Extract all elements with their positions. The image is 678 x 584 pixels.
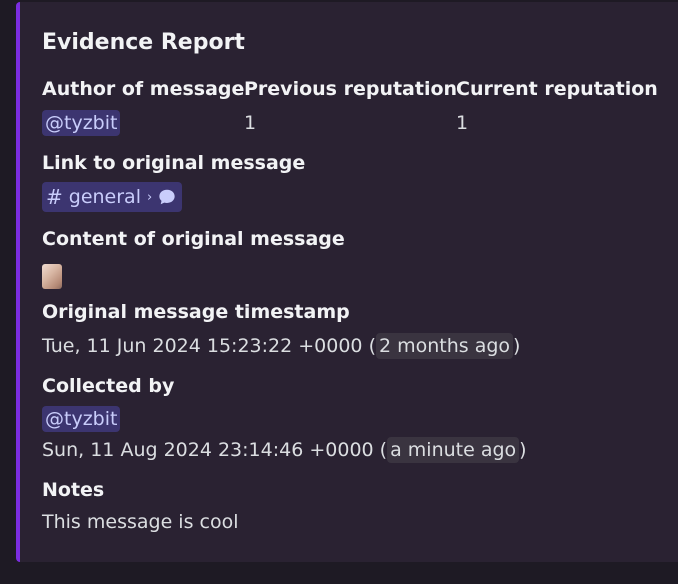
channel-name: general (68, 186, 141, 208)
image-thumbnail[interactable] (42, 264, 62, 289)
timestamp-absolute: Tue, 11 Jun 2024 15:23:22 +0000 (42, 335, 363, 357)
field-current-reputation-name: Current reputation (456, 78, 658, 100)
collector-mention[interactable]: @tyzbit (42, 406, 121, 432)
field-notes-value: This message is cool (42, 511, 239, 533)
embed-accent-bar (16, 2, 20, 562)
field-collected-by-timestamp: Sun, 11 Aug 2024 23:14:46 +0000 (a minut… (42, 437, 527, 463)
collected-timestamp-relative[interactable]: a minute ago (387, 437, 520, 463)
timestamp-close-paren: ) (513, 335, 521, 357)
timestamp-relative[interactable]: 2 months ago (375, 333, 514, 359)
evidence-embed: Evidence Report Author of message @tyzbi… (16, 2, 678, 562)
field-content-name: Content of original message (42, 228, 345, 250)
speech-bubble-icon (159, 189, 175, 205)
field-current-reputation-value: 1 (456, 112, 469, 134)
field-collected-by-name: Collected by (42, 375, 175, 397)
field-previous-reputation-name: Previous reputation (244, 78, 458, 100)
chevron-right-icon: › (146, 189, 153, 205)
collected-timestamp-absolute: Sun, 11 Aug 2024 23:14:46 +0000 (42, 439, 374, 461)
field-author-value: @tyzbit (42, 110, 121, 136)
field-timestamp-value: Tue, 11 Jun 2024 15:23:22 +0000 (2 month… (42, 333, 520, 359)
field-link-name: Link to original message (42, 152, 306, 174)
channel-link-chip[interactable]: # general › (42, 182, 183, 212)
field-collected-by-user: @tyzbit (42, 406, 121, 432)
message-area: Evidence Report Author of message @tyzbi… (0, 0, 678, 584)
field-timestamp-name: Original message timestamp (42, 301, 350, 323)
collected-close-paren: ) (519, 439, 527, 461)
collected-open-paren: ( (379, 439, 388, 461)
embed-title: Evidence Report (42, 30, 245, 55)
field-author-name: Author of message (42, 78, 245, 100)
field-previous-reputation-value: 1 (244, 112, 257, 134)
channel-hash-icon: # (46, 185, 63, 209)
timestamp-open-paren: ( (368, 335, 376, 357)
field-notes-name: Notes (42, 479, 105, 501)
author-mention[interactable]: @tyzbit (42, 110, 121, 136)
field-link-value: # general › (42, 182, 183, 212)
